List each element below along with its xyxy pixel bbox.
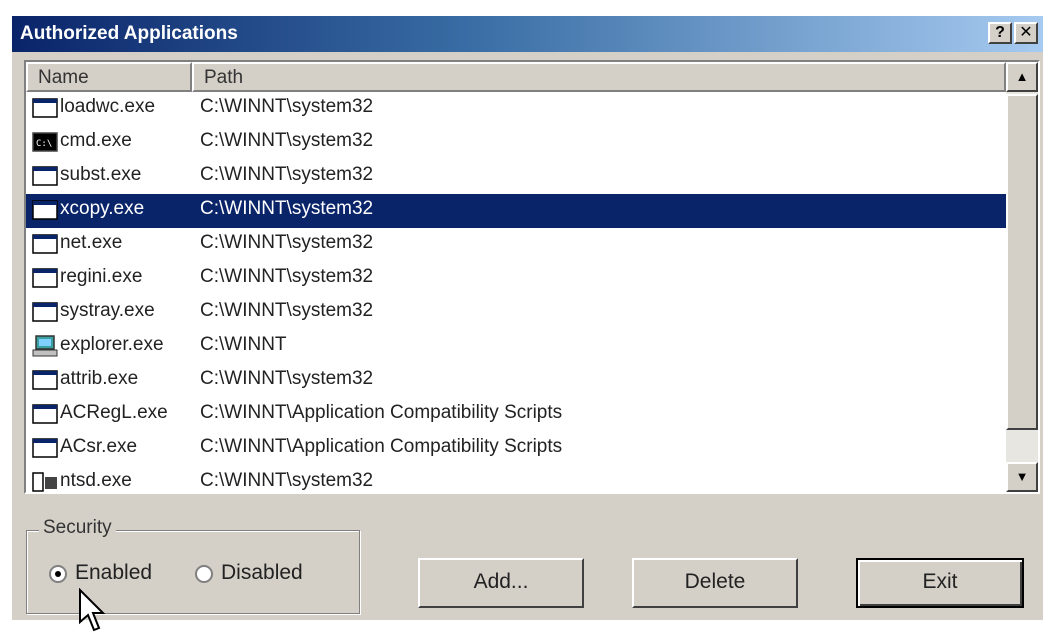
scroll-down-button[interactable]: ▼	[1006, 462, 1038, 492]
scroll-up-button[interactable]: ▲	[1006, 62, 1038, 92]
row-path: C:\WINNT\system32	[200, 164, 374, 185]
row-name: explorer.exe	[60, 334, 164, 355]
exit-button[interactable]: Exit	[856, 558, 1024, 608]
table-row[interactable]: explorer.exe C:\WINNT	[26, 330, 1006, 364]
table-row[interactable]: subst.exe C:\WINNT\system32	[26, 160, 1006, 194]
row-name: regini.exe	[60, 266, 143, 287]
delete-button[interactable]: Delete	[632, 558, 798, 608]
disabled-label: Disabled	[221, 561, 303, 584]
row-name: net.exe	[60, 232, 123, 253]
security-legend: Security	[39, 517, 116, 539]
column-header-name[interactable]: Name	[26, 62, 192, 92]
authorized-applications-dialog: Authorized Applications ? ✕ Name Path lo…	[10, 14, 1043, 632]
security-group: Security Enabled Disabled	[26, 517, 360, 614]
window-app-icon	[32, 403, 58, 425]
window-app-icon	[32, 369, 58, 391]
enabled-label: Enabled	[75, 561, 153, 584]
row-path: C:\WINNT\system32	[200, 470, 374, 491]
window-app-icon	[32, 301, 58, 323]
table-row[interactable]: net.exe C:\WINNT\system32	[26, 228, 1006, 262]
scroll-thumb[interactable]	[1006, 94, 1038, 430]
table-row[interactable]: ACsr.exe C:\WINNT\Application Compatibili…	[26, 432, 1006, 466]
row-name: xcopy.exe	[60, 198, 145, 219]
help-button[interactable]: ?	[988, 22, 1012, 44]
row-path: C:\WINNT\system32	[200, 266, 374, 287]
explorer-computer-icon	[32, 335, 58, 357]
row-name: subst.exe	[60, 164, 142, 185]
row-path: C:\WINNT	[200, 334, 287, 355]
svg-text:C:\: C:\	[36, 139, 52, 149]
vertical-scrollbar[interactable]: ▲ ▼	[1006, 62, 1038, 492]
title-bar[interactable]: Authorized Applications ? ✕	[12, 16, 1043, 52]
table-row[interactable]: attrib.exe C:\WINNT\system32	[26, 364, 1006, 398]
row-path: C:\WINNT\Application Compatibility Scrip…	[200, 402, 563, 423]
disabled-radio[interactable]: Disabled	[195, 559, 345, 589]
row-name: cmd.exe	[60, 130, 132, 151]
disabled-radio-dot[interactable]	[195, 565, 213, 583]
close-button[interactable]: ✕	[1014, 22, 1038, 44]
table-row[interactable]: loadwc.exe C:\WINNT\system32	[26, 92, 1006, 126]
row-name: loadwc.exe	[60, 96, 156, 117]
table-row[interactable]: systray.exe C:\WINNT\system32	[26, 296, 1006, 330]
list-rows: loadwc.exe C:\WINNT\system32 C:\ cmd.exe C:\…	[26, 92, 1006, 492]
row-path: C:\WINNT\system32	[200, 96, 374, 117]
console-app-icon: C:\	[32, 131, 58, 153]
row-name: attrib.exe	[60, 368, 139, 389]
table-row[interactable]: C:\ cmd.exe C:\WINNT\system32	[26, 126, 1006, 160]
row-path: C:\WINNT\system32	[200, 232, 374, 253]
window-app-icon	[32, 233, 58, 255]
column-header-path[interactable]: Path	[192, 62, 1006, 92]
enabled-radio[interactable]: Enabled	[49, 559, 199, 589]
window-app-icon	[32, 267, 58, 289]
list-header: Name Path	[26, 62, 1006, 92]
row-path: C:\WINNT\system32	[200, 198, 374, 219]
row-path: C:\WINNT\system32	[200, 300, 374, 321]
window-app-icon	[32, 437, 58, 459]
applications-list[interactable]: Name Path loadwc.exe C:\WINNT\system32 C:\…	[24, 60, 1040, 494]
debugger-app-icon	[32, 471, 58, 492]
window-title: Authorized Applications	[20, 23, 238, 44]
mouse-pointer-icon	[79, 588, 106, 632]
row-name: ACsr.exe	[60, 436, 138, 457]
table-row[interactable]: regini.exe C:\WINNT\system32	[26, 262, 1006, 296]
table-row[interactable]: ntsd.exe C:\WINNT\system32	[26, 466, 1006, 492]
row-name: ACRegL.exe	[60, 402, 168, 423]
table-row[interactable]: ACRegL.exe C:\WINNT\Application Compatibi…	[26, 398, 1006, 432]
row-path: C:\WINNT\Application Compatibility Scrip…	[200, 436, 563, 457]
row-path: C:\WINNT\system32	[200, 130, 374, 151]
window-app-icon	[32, 199, 58, 221]
enabled-radio-dot[interactable]	[49, 565, 67, 583]
window-app-icon	[32, 165, 58, 187]
row-name: systray.exe	[60, 300, 155, 321]
row-path: C:\WINNT\system32	[200, 368, 374, 389]
add-button[interactable]: Add...	[418, 558, 584, 608]
window-app-icon	[32, 97, 58, 119]
table-row[interactable]: xcopy.exe C:\WINNT\system32	[26, 194, 1006, 228]
row-name: ntsd.exe	[60, 470, 132, 491]
